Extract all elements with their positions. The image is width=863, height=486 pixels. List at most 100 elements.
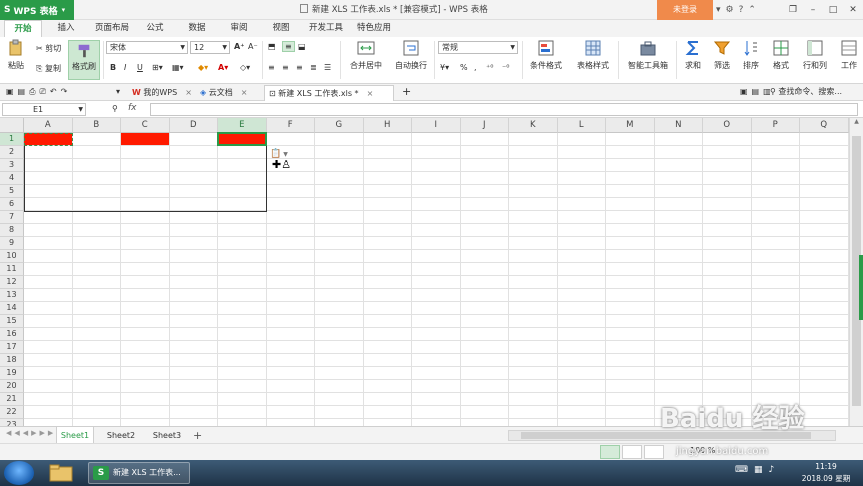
tab-home[interactable]: 开始 <box>4 20 42 37</box>
increase-decimal-icon[interactable]: ⁺⁰ <box>486 63 493 72</box>
column-header-b[interactable]: B <box>72 118 121 133</box>
select-all-corner[interactable] <box>0 118 24 133</box>
minimize-icon[interactable]: – <box>803 0 823 20</box>
close-icon[interactable]: × <box>367 89 374 98</box>
row-header-13[interactable]: 13 <box>0 289 24 302</box>
doc-tab-my-wps[interactable]: W 我的WPS × <box>128 85 194 101</box>
align-middle-icon[interactable]: ≡ <box>282 41 295 52</box>
row-header-23[interactable]: 23 <box>0 419 24 426</box>
row-header-16[interactable]: 16 <box>0 328 24 341</box>
justify-icon[interactable]: ≣ <box>310 63 317 72</box>
start-button-icon[interactable] <box>4 461 34 485</box>
format-painter-button[interactable]: 格式刷 <box>68 40 100 80</box>
tab-formulas[interactable]: 公式 <box>140 20 170 37</box>
decrease-decimal-icon[interactable]: ⁻⁰ <box>502 63 509 72</box>
row-header-12[interactable]: 12 <box>0 276 24 289</box>
maximize-icon[interactable]: □ <box>823 0 843 20</box>
conditional-format-button[interactable]: 条件格式 <box>526 39 566 71</box>
smart-toolbox-button[interactable]: 智能工具箱 <box>624 39 672 71</box>
row-header-7[interactable]: 7 <box>0 211 24 224</box>
formula-input[interactable] <box>150 103 858 116</box>
paste-button[interactable]: 粘贴 <box>4 39 28 71</box>
align-center-icon[interactable]: ≡ <box>282 63 289 72</box>
column-header-o[interactable]: O <box>703 118 752 133</box>
tab-page-layout[interactable]: 页面布局 <box>88 20 136 37</box>
sheet-tab-1[interactable]: Sheet1 <box>56 427 94 444</box>
fx-icon[interactable]: fx <box>128 103 137 113</box>
input-method-icon[interactable]: ⌨ <box>735 465 748 475</box>
worksheet-button[interactable]: 工作 <box>836 39 862 71</box>
column-header-m[interactable]: M <box>606 118 655 133</box>
wps-app-menu-button[interactable]: S WPS 表格 ▾ <box>0 0 74 20</box>
number-format-select[interactable]: 常规 ▼ <box>438 41 518 54</box>
zoom-formula-icon[interactable]: ⚲ <box>112 104 118 113</box>
column-header-d[interactable]: D <box>169 118 218 133</box>
login-button[interactable]: 未登录 <box>657 0 713 20</box>
sheet-tab-3[interactable]: Sheet3 <box>148 427 186 444</box>
tab-special-apps[interactable]: 特色应用 <box>352 20 396 37</box>
doc-tab-cloud-docs[interactable]: ◈ 云文档 × <box>196 85 262 101</box>
cut-button[interactable]: ✂ 剪切 <box>36 43 61 54</box>
row-header-19[interactable]: 19 <box>0 367 24 380</box>
row-header-11[interactable]: 11 <box>0 263 24 276</box>
settings-icon[interactable]: ⚙ <box>726 5 734 15</box>
row-header-21[interactable]: 21 <box>0 393 24 406</box>
tab-developer[interactable]: 开发工具 <box>304 20 348 37</box>
side-panel-handle[interactable] <box>859 255 863 320</box>
table-style-button[interactable]: 表格样式 <box>572 39 614 71</box>
column-header-j[interactable]: J <box>460 118 509 133</box>
row-header-6[interactable]: 6 <box>0 198 24 211</box>
align-bottom-icon[interactable]: ⬓ <box>298 42 306 51</box>
borders-icon[interactable]: ▦▾ <box>172 63 184 72</box>
doc-tab-current-file[interactable]: ⊡ 新建 XLS 工作表.xls * × <box>264 85 394 101</box>
tab-view[interactable]: 视图 <box>266 20 296 37</box>
tab-insert[interactable]: 插入 <box>48 20 84 37</box>
column-header-p[interactable]: P <box>751 118 800 133</box>
new-tab-icon[interactable]: + <box>402 85 411 98</box>
column-header-l[interactable]: L <box>557 118 606 133</box>
close-icon[interactable]: × <box>241 88 248 97</box>
clear-format-icon[interactable]: ◇▾ <box>240 63 250 72</box>
row-header-8[interactable]: 8 <box>0 224 24 237</box>
fill-color-icon[interactable]: ◆▾ <box>198 63 208 72</box>
font-name-select[interactable]: 宋体 ▼ <box>106 41 188 54</box>
normal-view-icon[interactable] <box>600 445 620 459</box>
row-header-2[interactable]: 2 <box>0 146 24 159</box>
column-header-i[interactable]: I <box>412 118 461 133</box>
row-header-14[interactable]: 14 <box>0 302 24 315</box>
row-header-10[interactable]: 10 <box>0 250 24 263</box>
font-size-select[interactable]: 12 ▼ <box>190 41 230 54</box>
sort-button[interactable]: 排序 <box>738 39 764 71</box>
row-header-18[interactable]: 18 <box>0 354 24 367</box>
skin-dropdown-icon[interactable]: ▾ <box>716 5 721 15</box>
row-header-17[interactable]: 17 <box>0 341 24 354</box>
minimize-ribbon-icon[interactable]: ⌃ <box>748 5 756 15</box>
strikethrough-icon[interactable]: ⊞▾ <box>152 63 163 72</box>
font-shrink-icon[interactable]: A⁻ <box>248 42 258 51</box>
italic-button[interactable]: I <box>124 63 126 72</box>
thousands-icon[interactable]: , <box>474 63 477 72</box>
currency-icon[interactable]: ¥▾ <box>440 63 449 72</box>
column-header-k[interactable]: K <box>509 118 558 133</box>
customize-qa-icon[interactable]: ▾ <box>116 87 120 96</box>
row-header-3[interactable]: 3 <box>0 159 24 172</box>
font-color-icon[interactable]: A▾ <box>218 63 228 72</box>
bold-button[interactable]: B <box>110 63 116 72</box>
volume-icon[interactable]: ♪ <box>769 465 775 475</box>
row-col-button[interactable]: 行和列 <box>798 39 832 71</box>
row-header-15[interactable]: 15 <box>0 315 24 328</box>
column-header-e[interactable]: E <box>218 118 267 133</box>
row-header-22[interactable]: 22 <box>0 406 24 419</box>
active-cell-selection[interactable] <box>217 132 267 146</box>
tab-data[interactable]: 数据 <box>182 20 212 37</box>
close-icon[interactable]: × <box>185 88 192 97</box>
reading-view-icon[interactable] <box>644 445 664 459</box>
align-right-icon[interactable]: ≡ <box>296 63 303 72</box>
row-header-9[interactable]: 9 <box>0 237 24 250</box>
align-top-icon[interactable]: ⬒ <box>268 42 276 51</box>
merge-center-button[interactable]: 合并居中 <box>346 39 386 71</box>
row-header-20[interactable]: 20 <box>0 380 24 393</box>
row-header-5[interactable]: 5 <box>0 185 24 198</box>
sum-button[interactable]: 求和 <box>680 39 706 71</box>
cell-c1[interactable] <box>121 133 169 145</box>
